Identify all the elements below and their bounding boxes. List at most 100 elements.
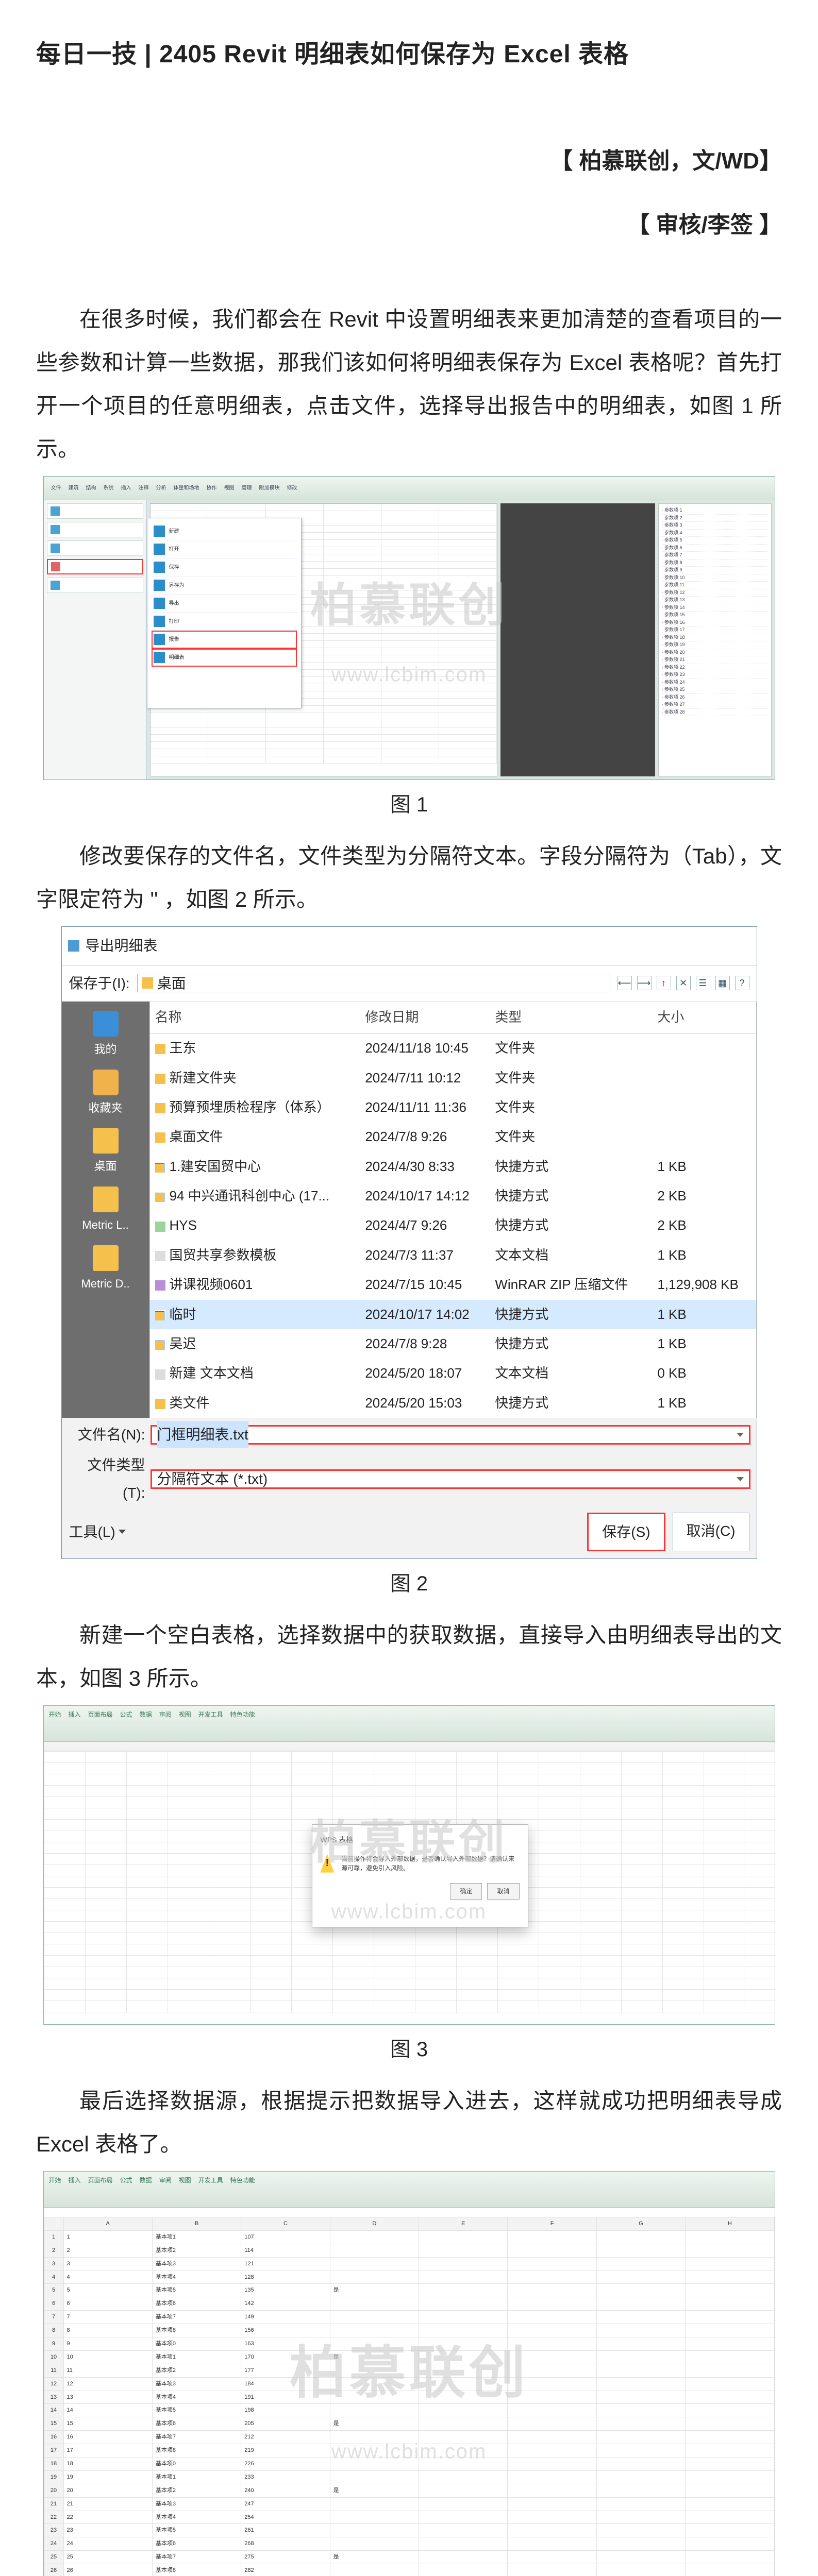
sheet-row[interactable]: 1212基本项3184 [44, 2377, 774, 2391]
file-row[interactable]: 讲课视频06012024/7/15 10:45WinRAR ZIP 压缩文件1,… [150, 1270, 756, 1299]
menu-item[interactable]: 导出 [152, 595, 297, 613]
ribbon-tab[interactable]: 插入 [69, 2175, 81, 2187]
menu-item[interactable]: 打印 [152, 613, 297, 631]
file-row[interactable]: HYS2024/4/7 9:26快捷方式2 KB [150, 1211, 756, 1240]
file-list[interactable]: 名称修改日期类型大小 王东2024/11/18 10:45文件夹新建文件夹202… [149, 1002, 757, 1418]
ribbon-tab[interactable]: 插入 [121, 483, 131, 493]
col-header[interactable]: E [419, 2217, 508, 2230]
ribbon-tab[interactable]: 修改 [287, 483, 297, 493]
col-header[interactable]: G [596, 2217, 685, 2230]
sheet-row[interactable]: 1515基本项6205是 [44, 2417, 774, 2431]
ribbon-tab[interactable]: 视图 [224, 483, 235, 493]
ribbon-tab[interactable]: 开始 [49, 1709, 61, 1721]
sheet-row[interactable]: 22基本项2114 [44, 2244, 774, 2257]
file-row[interactable]: 94 中兴通讯科创中心 (17...2024/10/17 14:12快捷方式2 … [150, 1181, 756, 1211]
file-row[interactable]: 1.建安国贸中心2024/4/30 8:33快捷方式1 KB [150, 1152, 756, 1181]
place-Metric L..[interactable]: Metric L.. [62, 1182, 149, 1240]
menu-item[interactable]: 新建 [152, 522, 297, 540]
filetype-dropdown[interactable]: 分隔符文本 (*.txt) [151, 1469, 750, 1489]
col-header[interactable]: C [241, 2217, 330, 2230]
sheet-row[interactable]: 1616基本项7212 [44, 2431, 774, 2444]
sheet-row[interactable]: 2121基本项3247 [44, 2497, 774, 2511]
nav-button[interactable]: ⟶ [637, 976, 652, 990]
nav-button[interactable]: ▦ [715, 976, 730, 990]
ribbon-tab[interactable]: 插入 [69, 1709, 81, 1721]
file-row[interactable]: 桌面文件2024/7/8 9:26文件夹 [150, 1122, 756, 1151]
ribbon-tab[interactable]: 页面布局 [88, 2175, 113, 2187]
sheet-row[interactable]: 1717基本项8219 [44, 2444, 774, 2458]
ribbon-tab[interactable]: 开发工具 [198, 2175, 223, 2187]
ribbon-tab[interactable]: 注释 [139, 483, 149, 493]
ribbon-tab[interactable]: 公式 [120, 1709, 132, 1721]
sheet-row[interactable]: 1818基本项0226 [44, 2458, 774, 2471]
col-header[interactable]: A [63, 2217, 152, 2230]
ribbon-tab[interactable]: 数据 [140, 1709, 152, 1721]
fig1-file-highlight[interactable] [47, 559, 143, 574]
ribbon-tab[interactable]: 数据 [140, 2175, 152, 2187]
ribbon-tab[interactable]: 审阅 [159, 1709, 172, 1721]
menu-item[interactable]: 打开 [152, 540, 297, 558]
ribbon-tab[interactable]: 开发工具 [198, 1709, 223, 1721]
ribbon-tab[interactable]: 文件 [51, 483, 61, 493]
nav-button[interactable]: ☰ [696, 976, 710, 990]
ribbon-tab[interactable]: 建筑 [69, 483, 79, 493]
ribbon-tab[interactable]: 特色功能 [230, 2175, 255, 2187]
menu-item[interactable]: 另存为 [152, 577, 297, 595]
sheet-row[interactable]: 99基本项0163 [44, 2337, 774, 2350]
nav-button[interactable]: ✕ [676, 976, 691, 990]
col-header[interactable]: B [152, 2217, 241, 2230]
ribbon-tab[interactable]: 特色功能 [230, 1709, 255, 1721]
col-header[interactable]: F [508, 2217, 596, 2230]
sheet-row[interactable]: 77基本项7149 [44, 2311, 774, 2324]
sheet-row[interactable]: 2323基本项5261 [44, 2524, 774, 2537]
column-header[interactable]: 类型 [490, 1002, 652, 1033]
ok-button[interactable]: 确定 [450, 1883, 482, 1900]
sheet-row[interactable]: 1313基本项4191 [44, 2391, 774, 2404]
ribbon-tab[interactable]: 体量和场地 [174, 483, 199, 493]
sheet-row[interactable]: 55基本项5135是 [44, 2284, 774, 2297]
cancel-button[interactable]: 取消 [487, 1883, 519, 1900]
ribbon-tab[interactable]: 管理 [242, 483, 252, 493]
file-row[interactable]: 国贸共享参数模板2024/7/3 11:37文本文档1 KB [150, 1241, 756, 1270]
sheet-row[interactable]: 1010基本项1170是 [44, 2350, 774, 2364]
ribbon-tab[interactable]: 协作 [207, 483, 217, 493]
sheet-row[interactable]: 2626基本项8282 [44, 2564, 774, 2576]
file-row[interactable]: 新建文件夹2024/7/11 10:12文件夹 [150, 1063, 756, 1093]
place-桌面[interactable]: 桌面 [62, 1124, 149, 1181]
ribbon-tab[interactable]: 结构 [86, 483, 96, 493]
sheet-row[interactable]: 2020基本项2240是 [44, 2484, 774, 2497]
ribbon-tab[interactable]: 公式 [120, 2175, 132, 2187]
filename-input[interactable]: 门框明细表.txt [151, 1425, 750, 1445]
file-row[interactable]: 新建 文本文档2024/5/20 18:07文本文档0 KB [150, 1359, 756, 1388]
sheet-row[interactable]: 33基本项3121 [44, 2257, 774, 2270]
col-header[interactable]: D [330, 2217, 419, 2230]
ribbon-tab[interactable]: 审阅 [159, 2175, 172, 2187]
save-in-dropdown[interactable]: 桌面 [137, 974, 610, 992]
file-row[interactable]: 预算预埋质检程序（体系）2024/11/11 11:36文件夹 [150, 1093, 756, 1122]
sheet-row[interactable]: 11基本项1107 [44, 2230, 774, 2244]
sheet-row[interactable]: 66基本项6142 [44, 2297, 774, 2311]
sheet-row[interactable]: 88基本项8156 [44, 2324, 774, 2337]
sheet-row[interactable]: 1414基本项5198 [44, 2404, 774, 2417]
save-button[interactable]: 保存(S) [587, 1513, 665, 1551]
ribbon-tab[interactable]: 视图 [179, 1709, 191, 1721]
sheet-row[interactable]: 2424基本项6268 [44, 2537, 774, 2551]
column-header[interactable]: 修改日期 [360, 1002, 490, 1033]
menu-item[interactable]: 保存 [152, 558, 297, 577]
column-header[interactable]: 名称 [150, 1002, 360, 1033]
ribbon-tab[interactable]: 附加模块 [259, 483, 280, 493]
column-header[interactable]: 大小 [652, 1002, 756, 1033]
sheet-row[interactable]: 1919基本项1233 [44, 2470, 774, 2484]
cancel-button[interactable]: 取消(C) [673, 1513, 749, 1551]
sheet-row[interactable]: 1111基本项2177 [44, 2364, 774, 2377]
sheet-row[interactable]: 2222基本项4254 [44, 2511, 774, 2524]
file-row[interactable]: 吴迟2024/7/8 9:28快捷方式1 KB [150, 1329, 756, 1359]
nav-button[interactable]: ↑ [657, 976, 671, 990]
tools-menu[interactable]: 工具(L) [69, 1518, 126, 1546]
sheet-row[interactable]: 2525基本项7275是 [44, 2551, 774, 2564]
ribbon-tab[interactable]: 系统 [104, 483, 114, 493]
menu-item[interactable]: 明细表 [152, 649, 297, 667]
ribbon-tab[interactable]: 视图 [179, 2175, 191, 2187]
ribbon-tab[interactable]: 页面布局 [88, 1709, 113, 1721]
ribbon-tab[interactable]: 开始 [49, 2175, 61, 2187]
